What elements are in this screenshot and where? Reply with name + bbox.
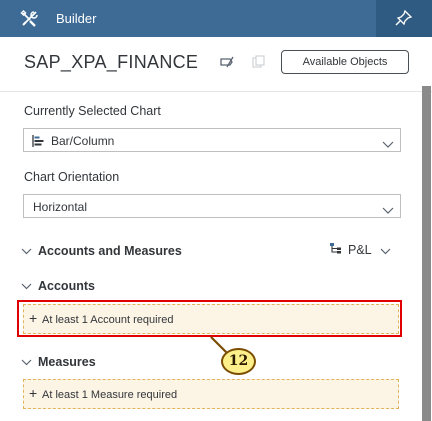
pl-dropdown-value: P&L [348, 243, 372, 257]
annotation-highlight-box [17, 300, 402, 337]
pin-icon [395, 9, 413, 26]
measures-dropzone[interactable]: + At least 1 Measure required [23, 379, 399, 409]
model-title-row: SAP_XPA_FINANCE Available Objects [0, 37, 432, 92]
builder-header: Builder [0, 0, 432, 37]
chevron-down-icon [21, 279, 32, 293]
chart-orientation-label: Chart Orientation [24, 170, 120, 184]
accounts-section-toggle[interactable]: Accounts [21, 279, 95, 293]
plus-icon: + [29, 385, 38, 401]
chart-type-value: Bar/Column [51, 134, 115, 148]
chevron-down-icon [382, 202, 394, 220]
copy-icon[interactable] [252, 55, 266, 74]
selected-chart-label: Currently Selected Chart [24, 104, 161, 118]
chart-orientation-select[interactable]: Horizontal [23, 194, 401, 218]
tools-icon [20, 9, 40, 29]
edit-icon[interactable] [219, 55, 235, 74]
accounts-title: Accounts [38, 279, 95, 293]
chart-type-select[interactable]: Bar/Column [23, 128, 401, 152]
chevron-down-icon [21, 355, 32, 369]
accounts-measures-title: Accounts and Measures [38, 244, 182, 258]
model-name: SAP_XPA_FINANCE [24, 52, 199, 72]
pin-button[interactable] [376, 0, 432, 37]
chevron-down-icon [382, 136, 394, 154]
accounts-measures-section-toggle[interactable]: Accounts and Measures [21, 244, 182, 258]
measures-section-toggle[interactable]: Measures [21, 355, 96, 369]
hierarchy-icon [330, 243, 342, 258]
pl-dropdown[interactable]: P&L [330, 243, 391, 258]
chart-orientation-value: Horizontal [33, 200, 88, 214]
available-objects-button[interactable]: Available Objects [281, 50, 409, 74]
scrollbar[interactable] [422, 86, 431, 421]
measures-title: Measures [38, 355, 96, 369]
bar-chart-icon [32, 134, 46, 152]
chevron-down-icon [21, 244, 32, 258]
chevron-down-icon [380, 244, 391, 258]
page-title: Builder [56, 11, 97, 26]
callout-badge: 12 [221, 348, 256, 375]
measures-placeholder: At least 1 Measure required [42, 389, 178, 401]
